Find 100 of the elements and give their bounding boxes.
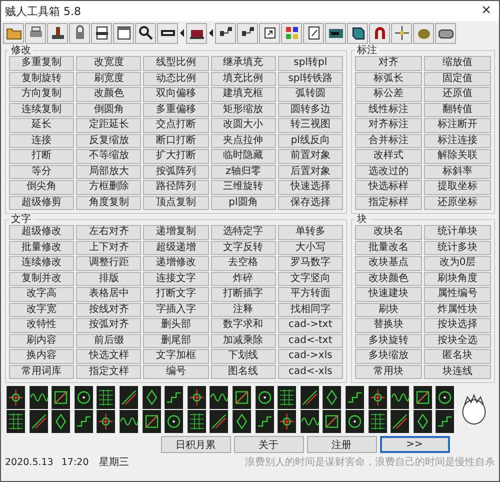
command-button[interactable]: 连续修改 [9,256,74,270]
command-button[interactable]: 多重偏移 [143,102,209,117]
command-button[interactable]: 统计多块 [424,240,491,255]
command-button[interactable]: 方框删除 [76,180,142,194]
command-button[interactable]: z轴归零 [210,164,276,179]
command-button[interactable]: 对齐标注 [355,118,422,132]
command-button[interactable]: 按线对齐 [76,302,142,317]
target-icon[interactable] [391,22,412,44]
search-icon[interactable] [135,22,156,44]
command-button[interactable]: 文字竖向 [278,272,343,286]
pattern-swatch[interactable] [412,386,434,409]
command-button[interactable]: 等分 [9,164,74,179]
pattern-swatch[interactable] [389,386,411,409]
command-button[interactable]: 还原坐标 [424,196,491,210]
command-button[interactable]: 图名线 [210,364,276,379]
command-button[interactable]: 局部放大 [76,164,142,179]
command-button[interactable]: 改颜色 [76,87,142,102]
command-button[interactable]: 转三视图 [278,118,343,132]
command-button[interactable]: 前置对象 [278,149,343,164]
command-button[interactable]: pl圆角 [210,196,276,210]
command-button[interactable]: 递增复制 [143,225,209,240]
pattern-swatch[interactable] [298,410,320,433]
command-button[interactable]: 改圆大小 [210,118,276,132]
command-button[interactable]: 选改过的 [355,164,422,179]
command-button[interactable]: 动态比例 [143,72,209,86]
command-button[interactable]: 超级修改 [9,225,74,240]
close-button[interactable]: × [478,3,495,19]
command-button[interactable]: 倒圆角 [76,102,142,117]
command-button[interactable]: 超级递增 [143,240,209,255]
pattern-swatch[interactable] [72,410,94,433]
command-button[interactable]: 按弧对齐 [76,318,142,332]
pattern-swatch[interactable] [208,386,230,409]
pattern-swatch[interactable] [95,386,117,409]
command-button[interactable]: 炸碎 [210,272,276,286]
command-button[interactable]: 线性标注 [355,102,422,117]
command-button[interactable]: 对齐 [355,56,422,70]
command-button[interactable]: 翻转值 [424,102,491,117]
command-button[interactable]: 上下对齐 [76,240,142,255]
command-button[interactable]: 填充比例 [210,72,276,86]
lock-icon[interactable] [69,22,90,44]
command-button[interactable]: 改宽度 [76,56,142,70]
command-button[interactable]: 建填充框 [210,87,276,102]
command-button[interactable]: 打断文字 [143,287,209,302]
pattern-swatch[interactable] [344,410,366,433]
command-button[interactable]: 继承填充 [210,56,276,70]
footer-button[interactable]: 日积月累 [160,436,230,453]
pattern-swatch[interactable] [254,386,276,409]
command-button[interactable]: 线型比例 [143,56,209,70]
command-button[interactable]: 扩大打断 [143,149,209,164]
command-button[interactable]: 定距延长 [76,118,142,132]
command-button[interactable]: 常用词库 [9,364,74,379]
pattern-swatch[interactable] [321,410,343,433]
command-button[interactable]: 矩形缩放 [210,102,276,117]
pattern-swatch[interactable] [389,410,411,433]
command-button[interactable]: 缩放值 [424,56,491,70]
command-button[interactable]: 改字高 [9,287,74,302]
pattern-swatch[interactable] [254,410,276,433]
command-button[interactable]: 提取坐标 [424,180,491,194]
command-button[interactable]: 找相同字 [278,302,343,317]
command-button[interactable]: 常用块 [355,364,422,379]
command-button[interactable]: pl线反向 [278,134,343,148]
command-button[interactable]: 打断插字 [210,287,276,302]
command-button[interactable]: 删尾部 [143,334,209,348]
pattern-swatch[interactable] [434,386,456,409]
pattern-swatch[interactable] [230,410,253,433]
command-button[interactable]: 调整行距 [76,256,142,270]
command-button[interactable]: 改特性 [9,318,74,332]
command-button[interactable]: 解除关联 [424,149,491,164]
pattern-swatch[interactable] [163,410,185,433]
command-button[interactable]: 合并标注 [355,134,422,148]
command-button[interactable]: cad->xls [278,349,343,364]
ruler-icon[interactable] [157,22,178,44]
command-button[interactable]: 字插入字 [143,302,209,317]
command-button[interactable]: 连续复制 [9,102,74,117]
command-button[interactable]: 多块旋转 [355,334,422,348]
command-button[interactable]: 改样式 [355,149,422,164]
command-button[interactable]: cad<-xls [278,364,343,379]
grid-icon[interactable] [281,22,302,44]
command-button[interactable]: 圆转多边 [278,102,343,117]
pattern-swatch[interactable] [412,410,434,433]
command-button[interactable]: 数字求和 [210,318,276,332]
pattern-swatch[interactable] [208,410,230,433]
magnet-icon[interactable] [369,22,390,44]
command-button[interactable]: 交点打断 [143,118,209,132]
pattern-swatch[interactable] [186,410,208,433]
pattern-swatch[interactable] [366,410,388,433]
command-button[interactable]: 快选文样 [76,349,142,364]
pattern-swatch[interactable] [140,410,162,433]
pattern-swatch[interactable] [28,386,50,409]
command-button[interactable]: 罗马数字 [278,256,343,270]
command-button[interactable]: 快选标样 [355,180,422,194]
pattern-swatch[interactable] [298,386,320,409]
command-button[interactable]: 批量修改 [9,240,74,255]
command-button[interactable]: 固定值 [424,72,491,86]
command-button[interactable]: 还原值 [424,87,491,102]
command-button[interactable]: 注释 [210,302,276,317]
folder-icon[interactable] [3,22,24,44]
pattern-swatch[interactable] [230,386,253,409]
pattern-swatch[interactable] [50,386,72,409]
command-button[interactable]: 指定文样 [76,364,142,379]
